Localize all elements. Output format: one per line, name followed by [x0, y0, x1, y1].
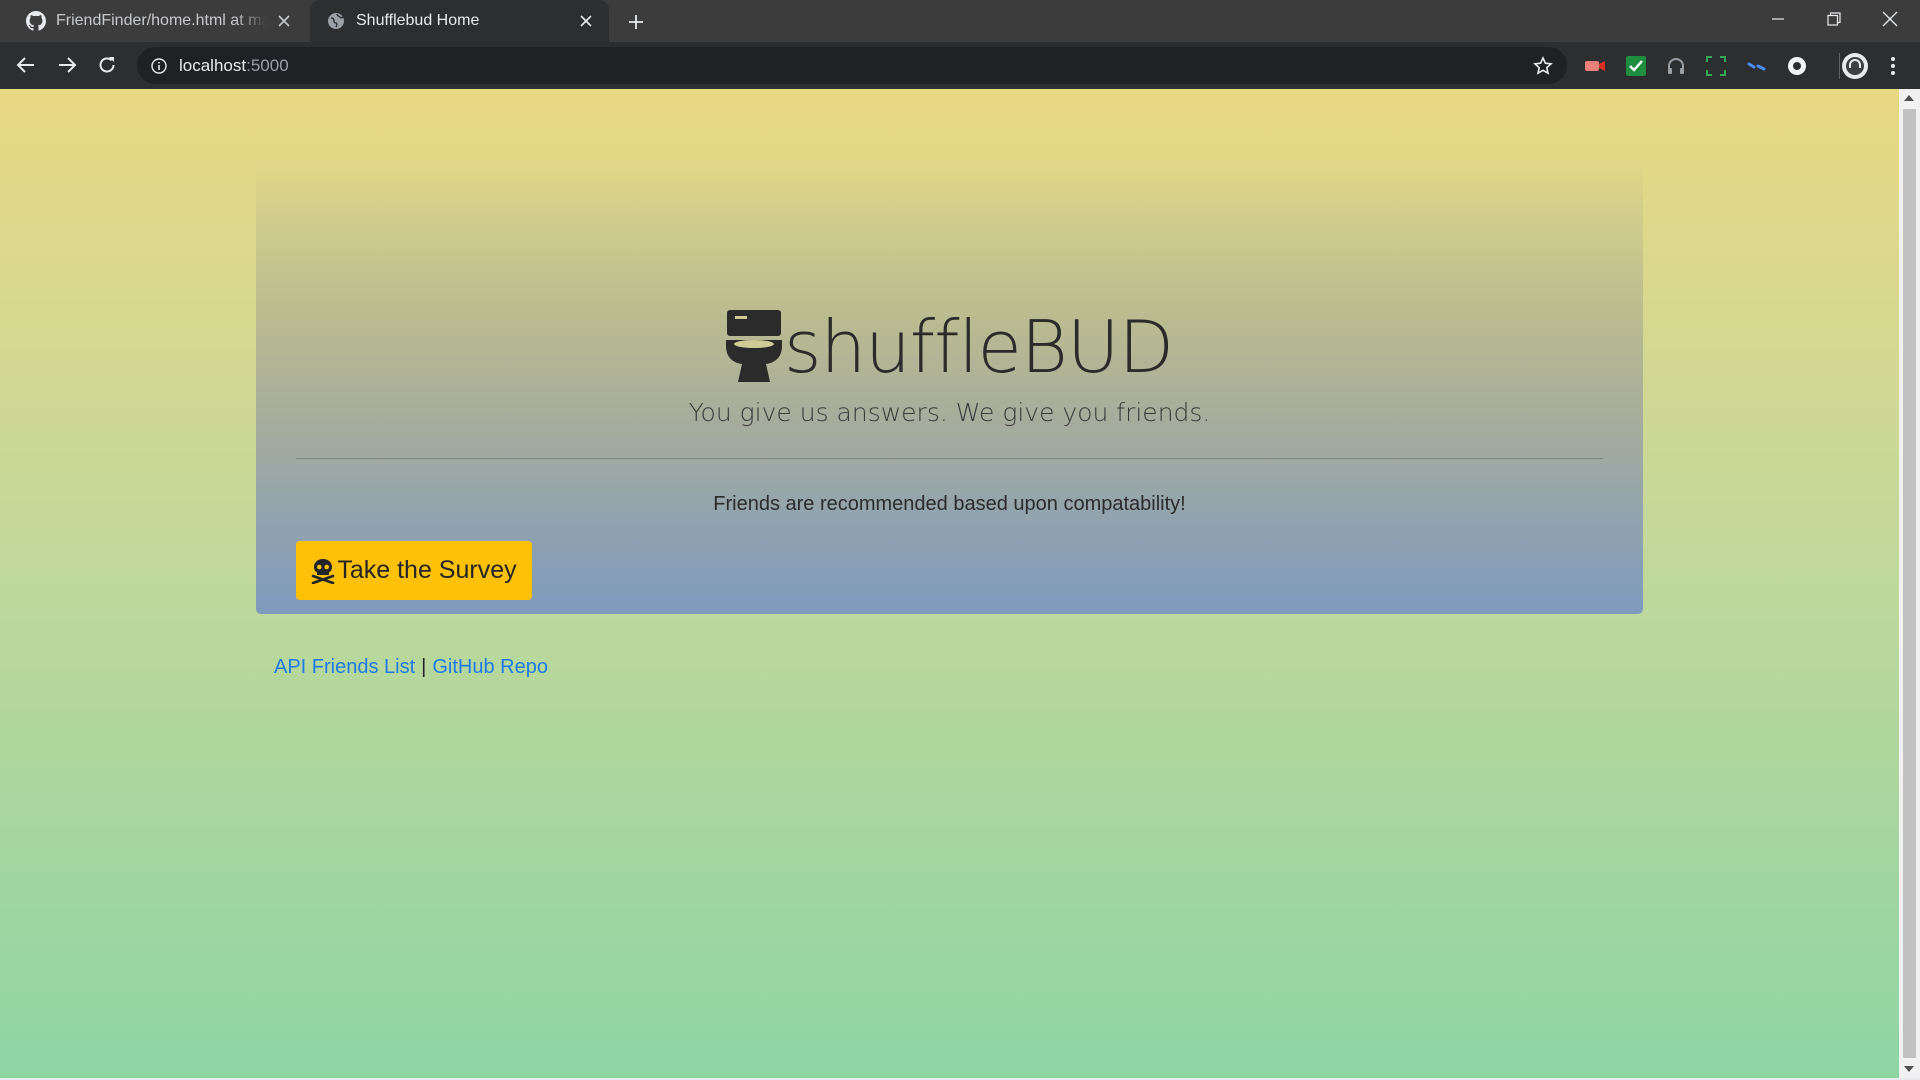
tab-friendfinder[interactable]: FriendFinder/home.html at master ·: [10, 0, 307, 42]
tagline: You give us answers. We give you friends…: [688, 398, 1211, 427]
page-title: shuffleBUD: [256, 304, 1643, 390]
profile-avatar-icon[interactable]: [1840, 51, 1870, 81]
take-survey-button[interactable]: Take the Survey: [296, 541, 532, 600]
github-repo-link[interactable]: GitHub Repo: [432, 656, 548, 678]
back-button[interactable]: [10, 49, 42, 81]
brand-name: shuffleBUD: [783, 305, 1174, 389]
screenshot-extension-icon[interactable]: [1703, 53, 1729, 79]
api-friends-list-link[interactable]: API Friends List: [274, 656, 415, 678]
divider: [296, 458, 1603, 459]
headphones-extension-icon[interactable]: [1663, 53, 1689, 79]
take-survey-label: Take the Survey: [337, 556, 517, 584]
restore-button[interactable]: [1806, 0, 1862, 38]
video-recorder-icon[interactable]: [1582, 53, 1608, 79]
close-window-button[interactable]: [1862, 0, 1918, 38]
tab-shufflebud[interactable]: Shufflebud Home: [310, 0, 609, 42]
github-icon: [26, 11, 46, 31]
restore-icon: [1827, 12, 1841, 26]
url-text: localhost:5000: [179, 55, 289, 75]
checkmark-extension-icon[interactable]: [1623, 53, 1649, 79]
forward-button[interactable]: [51, 49, 83, 81]
toilet-icon: [725, 310, 782, 382]
lead-text: Friends are recommended based upon compa…: [713, 493, 1186, 515]
close-icon[interactable]: [575, 10, 597, 32]
close-icon[interactable]: [273, 10, 295, 32]
scroll-down-arrow-icon[interactable]: [1904, 1066, 1914, 1072]
minimize-button[interactable]: [1750, 0, 1806, 38]
skull-crossbones-icon: [311, 558, 335, 584]
globe-icon: [326, 11, 346, 31]
arrow-right-icon: [59, 57, 77, 73]
scrollbar-thumb[interactable]: [1903, 109, 1916, 1058]
vertical-scrollbar[interactable]: [1899, 89, 1920, 1078]
link-separator: |: [421, 656, 427, 678]
reload-button[interactable]: [91, 49, 123, 81]
hero-jumbotron: shuffleBUD You give us answers. We give …: [256, 155, 1643, 614]
page-viewport: shuffleBUD You give us answers. We give …: [0, 89, 1899, 1078]
new-tab-button[interactable]: [622, 8, 650, 36]
browser-toolbar: localhost:5000: [0, 42, 1920, 89]
link-extension-icon[interactable]: [1744, 53, 1770, 79]
address-bar[interactable]: localhost:5000: [137, 47, 1567, 84]
tab-title: FriendFinder/home.html at master ·: [56, 12, 267, 29]
bookmark-star-icon[interactable]: [1531, 54, 1555, 78]
menu-kebab-icon[interactable]: [1880, 53, 1906, 79]
reload-icon: [99, 57, 115, 73]
scroll-up-arrow-icon[interactable]: [1904, 95, 1914, 101]
info-icon[interactable]: [149, 56, 169, 76]
footer-links: API Friends List | GitHub Repo: [274, 656, 548, 679]
plus-icon: [629, 15, 643, 29]
tab-title: Shufflebud Home: [356, 12, 480, 29]
tab-strip: FriendFinder/home.html at master · Shuff…: [0, 0, 1920, 42]
circle-extension-icon[interactable]: [1784, 53, 1810, 79]
close-icon: [1882, 11, 1898, 27]
minimize-icon: [1772, 18, 1784, 20]
arrow-left-icon: [16, 57, 34, 73]
